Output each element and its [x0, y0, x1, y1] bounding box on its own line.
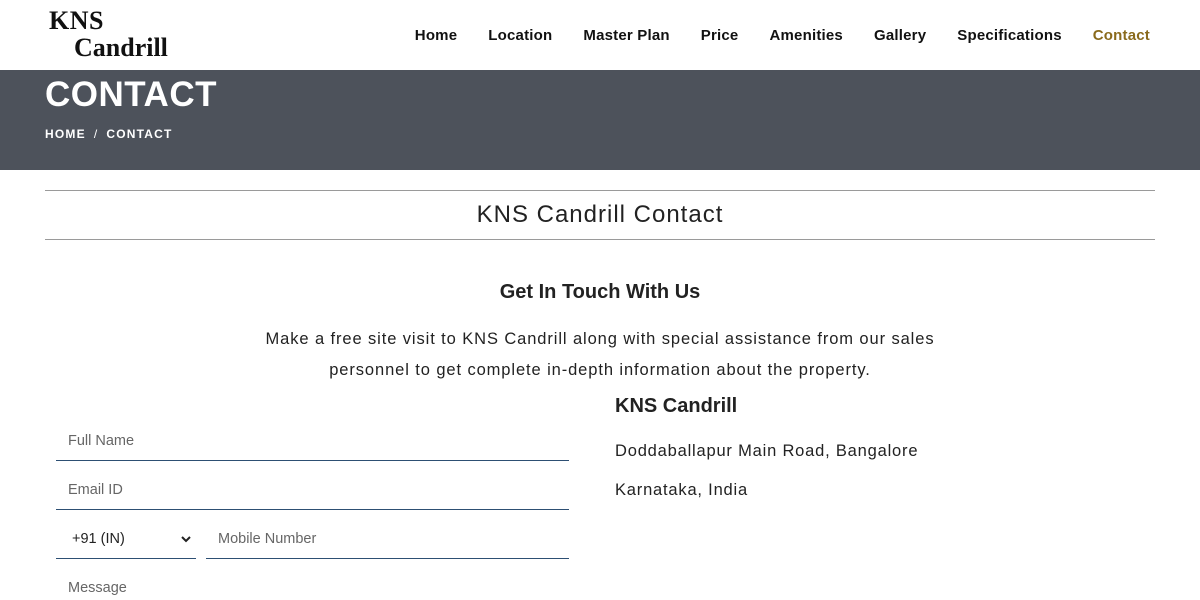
nav-location[interactable]: Location: [488, 27, 552, 44]
main-nav: Home Location Master Plan Price Amenitie…: [384, 0, 1150, 70]
nav-price[interactable]: Price: [701, 27, 739, 44]
country-code-value: +91 (IN): [72, 531, 125, 547]
nav-gallery[interactable]: Gallery: [874, 27, 926, 44]
breadcrumb-current: CONTACT: [106, 127, 173, 141]
full-name-input[interactable]: [56, 421, 569, 461]
country-code-select[interactable]: +91 (IN): [56, 519, 196, 559]
brand-logo[interactable]: KNS Candrill: [48, 6, 188, 62]
nav-specifications[interactable]: Specifications: [957, 27, 1062, 44]
breadcrumb-separator: /: [93, 127, 99, 141]
address-line-1: Doddaballapur Main Road, Bangalore: [615, 442, 919, 460]
address-title: KNS Candrill: [615, 395, 738, 417]
section-heading-bar: KNS Candrill Contact: [45, 190, 1155, 240]
get-in-touch-heading: Get In Touch With Us: [499, 281, 701, 303]
email-input[interactable]: [56, 470, 569, 510]
nav-home[interactable]: Home: [415, 27, 457, 44]
section-heading: KNS Candrill Contact: [476, 201, 724, 228]
chevron-down-icon: [181, 536, 191, 543]
page-title: CONTACT: [45, 75, 217, 114]
intro-text: Make a free site visit to KNS Candrill a…: [265, 330, 935, 379]
breadcrumb-home-link[interactable]: HOME: [45, 127, 86, 141]
nav-amenities[interactable]: Amenities: [769, 27, 843, 44]
breadcrumb: HOME / CONTACT: [45, 127, 173, 141]
nav-master-plan[interactable]: Master Plan: [583, 27, 669, 44]
nav-contact[interactable]: Contact: [1093, 27, 1150, 44]
message-input[interactable]: [56, 568, 569, 600]
site-header: KNS Candrill Home Location Master Plan P…: [0, 0, 1200, 70]
brand-logo-line2: Candrill: [74, 33, 168, 62]
mobile-number-input[interactable]: [206, 519, 569, 559]
brand-logo-line1: KNS: [49, 6, 104, 35]
address-line-2: Karnataka, India: [615, 481, 748, 499]
page-banner: CONTACT HOME / CONTACT: [0, 70, 1200, 170]
